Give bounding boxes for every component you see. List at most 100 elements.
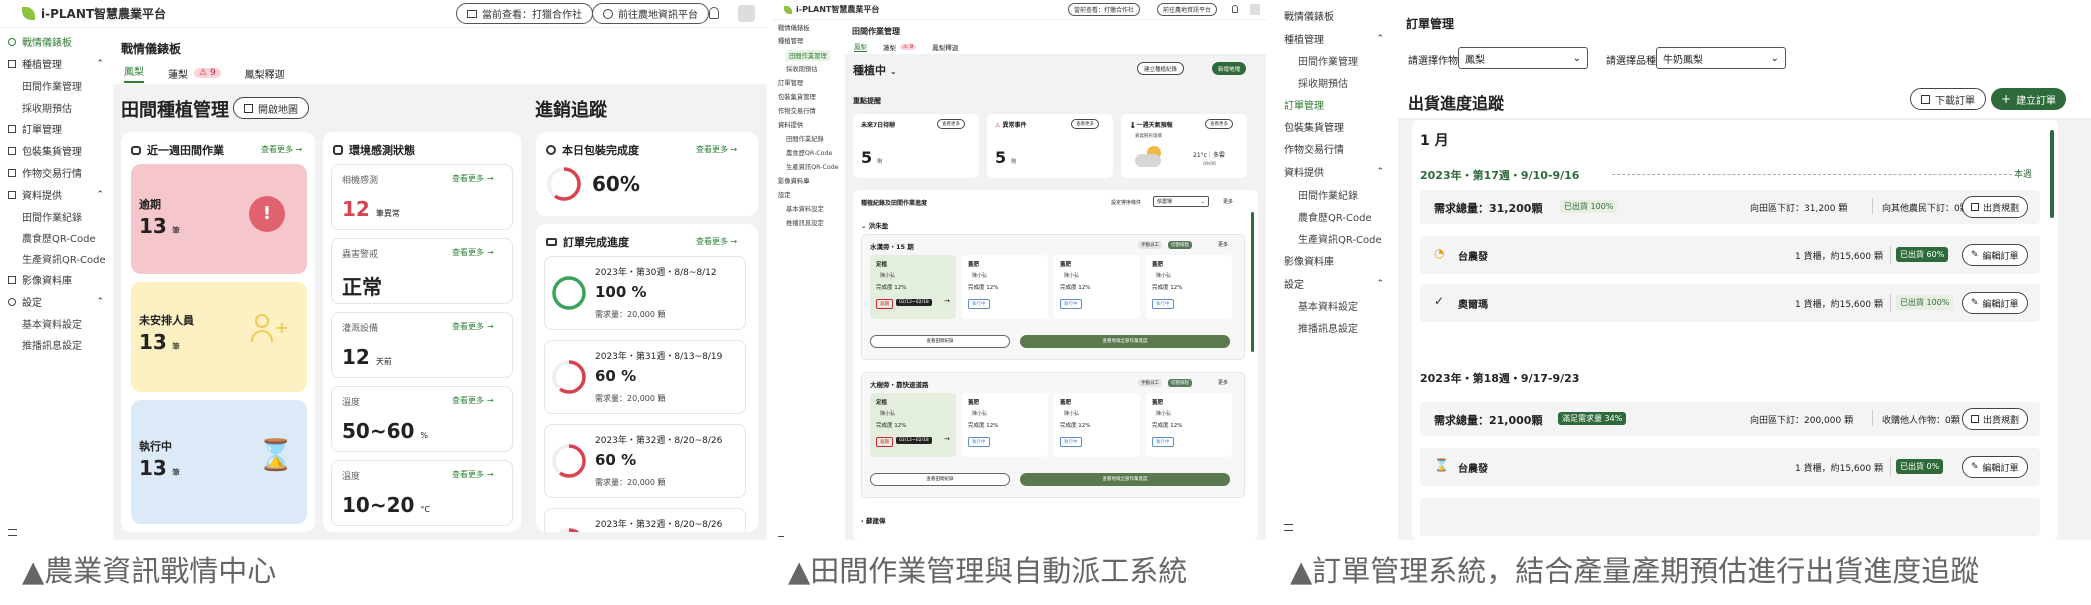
platform-button[interactable]: 前往農地資訊平台: [592, 3, 709, 24]
sidebar-item-field-records[interactable]: 田間作業紀錄: [786, 134, 824, 143]
sidebar-item-order[interactable]: 訂單管理: [778, 78, 803, 87]
sidebar-item-basic[interactable]: 基本資料設定: [1298, 298, 1358, 313]
sidebar-item-harvest[interactable]: 採收期預估: [1298, 75, 1348, 90]
task-card[interactable]: 定植 陳小弘 完成度 12% 逾期 02/12~02/18 →: [870, 393, 956, 457]
order-progress-item[interactable]: 2023年・第31週・8/13~8/19 60 % 需求量：20,000 顆: [544, 340, 746, 414]
menu-collapse-icon[interactable]: [8, 529, 17, 536]
overdue-tile[interactable]: 逾期 13 筆 !: [131, 164, 307, 274]
sidebar-item-settings[interactable]: 設定 ⌃: [8, 294, 104, 309]
unassigned-tile[interactable]: 未安排人員 13 筆 +: [131, 282, 307, 392]
sidebar-item-field-ops[interactable]: 田間作業管理: [786, 50, 830, 61]
order-row[interactable]: ◔ 台農發 1 貨櫃，約15,600 顆 已出貨 60% ✎ 編輯訂單: [1420, 236, 2040, 274]
download-order-button[interactable]: 下載訂單: [1910, 88, 1986, 110]
running-tile[interactable]: 執行中 13 筆 ⌛: [131, 400, 307, 524]
sidebar-item-field-records[interactable]: 田間作業紀錄: [22, 209, 82, 224]
field-tag[interactable]: 切割排程: [1168, 379, 1192, 387]
task-card[interactable]: 蓋肥 陳小弘 完成度 12% 執行中: [1146, 393, 1232, 457]
sidebar-item-planting[interactable]: 種植管理 ⌃: [8, 56, 104, 71]
sensor-more-link[interactable]: 查看更多 →: [452, 395, 494, 406]
order-progress-item[interactable]: 2023年・第32週・8/20~8/26 60 % 需求量：20,000 顆: [544, 424, 746, 498]
tab-pineapple[interactable]: 鳳梨: [124, 63, 144, 83]
edit-order-button[interactable]: ✎ 編輯訂單: [1962, 244, 2028, 266]
sidebar-item-qr-prod[interactable]: 生產資訊QR-Code: [1298, 231, 1382, 246]
group-header-2[interactable]: › 蘇建偉: [861, 515, 885, 525]
sidebar-item-packing[interactable]: 包裝集貨管理: [778, 92, 816, 101]
sidebar-item-planting[interactable]: 種植管理: [778, 36, 803, 45]
scrollbar[interactable]: [1251, 212, 1254, 352]
open-map-button[interactable]: 開啟地圖: [233, 97, 309, 119]
sensor-more-link[interactable]: 查看更多 →: [452, 469, 494, 480]
field-tag[interactable]: 手動派工: [1138, 241, 1162, 249]
sidebar-item-packing[interactable]: 包裝集貨管理: [8, 143, 82, 158]
sensor-more-link[interactable]: 查看更多 →: [452, 321, 494, 332]
order-row[interactable]: ⌛ 台農發 1 貨櫃，約15,600 顆 已出貨 0% ✎ 編輯訂單: [1420, 448, 2040, 486]
menu-collapse-icon[interactable]: [778, 536, 784, 540]
weekly-more-link[interactable]: 查看更多 →: [261, 144, 302, 155]
arrow-right-icon[interactable]: →: [944, 297, 950, 305]
sidebar-item-basic[interactable]: 基本資料設定: [786, 204, 824, 213]
sidebar-item-trade[interactable]: 作物交易行情: [8, 165, 82, 180]
current-view-button[interactable]: 當前查看：打獵合作社: [456, 3, 593, 24]
order-row[interactable]: ✓ 奧爾瑪 1 貨櫃，約15,600 顆 已出貨 100% ✎ 編輯訂單: [1420, 284, 2040, 322]
sensor-tile[interactable]: 蟲害警戒 查看更多 → 正常: [331, 238, 513, 304]
menu-collapse-icon[interactable]: [1284, 524, 1293, 531]
tab-pineapple[interactable]: 鳳梨: [854, 41, 867, 52]
sidebar-item-field-ops[interactable]: 田間作業管理: [22, 78, 82, 93]
view-records-button[interactable]: 查看田間紀錄: [870, 335, 1010, 348]
sidebar-item-notify[interactable]: 推播訊息設定: [786, 218, 824, 227]
sidebar-item-image-db[interactable]: 影像資料庫: [8, 272, 72, 287]
group-header-1[interactable]: ⌄ 洪朱盈: [861, 220, 888, 230]
task-card[interactable]: 蓋肥 陳小弘 完成度 12% 執行中: [1054, 393, 1140, 457]
view-all-progress-button[interactable]: 查看地塊全部作業進度: [1020, 473, 1230, 486]
sidebar-item-settings[interactable]: 設定 ⌃: [1284, 276, 1384, 292]
sidebar-item-notify[interactable]: 推播訊息設定: [1298, 320, 1358, 335]
order-more-link[interactable]: 查看更多 →: [696, 236, 737, 247]
crop-select[interactable]: 鳳梨 ⌄: [1458, 47, 1588, 69]
order-progress-item[interactable]: 2023年・第30週・8/8~8/12 100 % 需求量：20,000 顆: [544, 256, 746, 330]
sidebar-item-qr-farm[interactable]: 農食歷QR-Code: [1298, 209, 1372, 224]
bell-icon[interactable]: [709, 7, 719, 19]
sensor-more-link[interactable]: 查看更多 →: [452, 173, 494, 184]
sensor-tile[interactable]: 灌溉設備 查看更多 → 12 天前: [331, 312, 513, 378]
edit-order-button[interactable]: ✎ 編輯訂單: [1962, 292, 2028, 314]
sidebar-item-notify[interactable]: 推播訊息設定: [22, 337, 82, 352]
view-all-progress-button[interactable]: 查看地塊全部作業進度: [1020, 335, 1230, 348]
sensor-tile[interactable]: 溫度 查看更多 → 10~20 °C: [331, 460, 513, 526]
pack-more-link[interactable]: 查看更多 →: [696, 144, 737, 155]
sidebar-item-qr-farm[interactable]: 農食歷QR-Code: [786, 148, 832, 157]
field-tag[interactable]: 手動派工: [1138, 379, 1162, 387]
field-more[interactable]: 更多: [1218, 379, 1228, 386]
sidebar-item-qr-prod[interactable]: 生產資訊QR-Code: [786, 162, 839, 171]
tab-sugar-apple[interactable]: 鳳梨釋迦: [245, 66, 285, 81]
brand-logo[interactable]: i-PLANT智慧農業平台: [22, 5, 166, 22]
arrow-right-icon[interactable]: →: [944, 435, 950, 443]
sidebar-item-field-records[interactable]: 田間作業紀錄: [1298, 187, 1358, 202]
sidebar-item-dashboard[interactable]: 戰情儀錶板: [778, 23, 809, 32]
sidebar-item-harvest[interactable]: 採收期預估: [22, 100, 72, 115]
sidebar-item-data[interactable]: 資料提供: [778, 120, 803, 129]
sidebar-item-order[interactable]: 訂單管理: [1284, 97, 1324, 112]
platform-button[interactable]: 前往農地資訊平台: [1157, 3, 1218, 16]
task-card[interactable]: 蓋肥 陳小弘 完成度 12% 執行中: [1054, 255, 1140, 319]
view-records-button[interactable]: 查看田間紀錄: [870, 473, 1010, 486]
more-menu[interactable]: 更多: [1223, 198, 1233, 205]
sensor-more-link[interactable]: 查看更多 →: [452, 247, 494, 258]
task-card[interactable]: 蓋肥 陳小弘 完成度 12% 執行中: [962, 393, 1048, 457]
sidebar-item-settings[interactable]: 設定: [778, 190, 791, 199]
timeline-scroll[interactable]: [2050, 130, 2054, 218]
sidebar-item-data[interactable]: 資料提供 ⌃: [1284, 164, 1384, 180]
add-field-button[interactable]: 新增地塊: [1212, 62, 1247, 75]
sensor-tile[interactable]: 溫度 查看更多 → 50~60%: [331, 386, 513, 452]
sidebar-item-harvest[interactable]: 採收期預估: [786, 64, 817, 73]
sidebar-item-image-db[interactable]: 影像資料庫: [778, 176, 809, 185]
filter-select[interactable]: 依農場 ⌄: [1153, 196, 1209, 207]
bell-icon[interactable]: [1232, 5, 1238, 13]
sidebar-item-trade[interactable]: 作物交易行情: [778, 106, 816, 115]
shipping-plan-button[interactable]: 出貨規劃: [1962, 196, 2029, 218]
sensor-tile[interactable]: 相機感測 查看更多 → 12 筆異常: [331, 164, 513, 230]
avatar[interactable]: [1250, 4, 1260, 15]
task-card[interactable]: 定植 陳小弘 完成度 12% 逾期 02/12~02/18 →: [870, 255, 956, 319]
avatar[interactable]: [738, 5, 755, 22]
sidebar-item-dashboard[interactable]: 戰情儀錶板: [8, 34, 72, 49]
field-tag[interactable]: 切割排程: [1168, 241, 1192, 249]
